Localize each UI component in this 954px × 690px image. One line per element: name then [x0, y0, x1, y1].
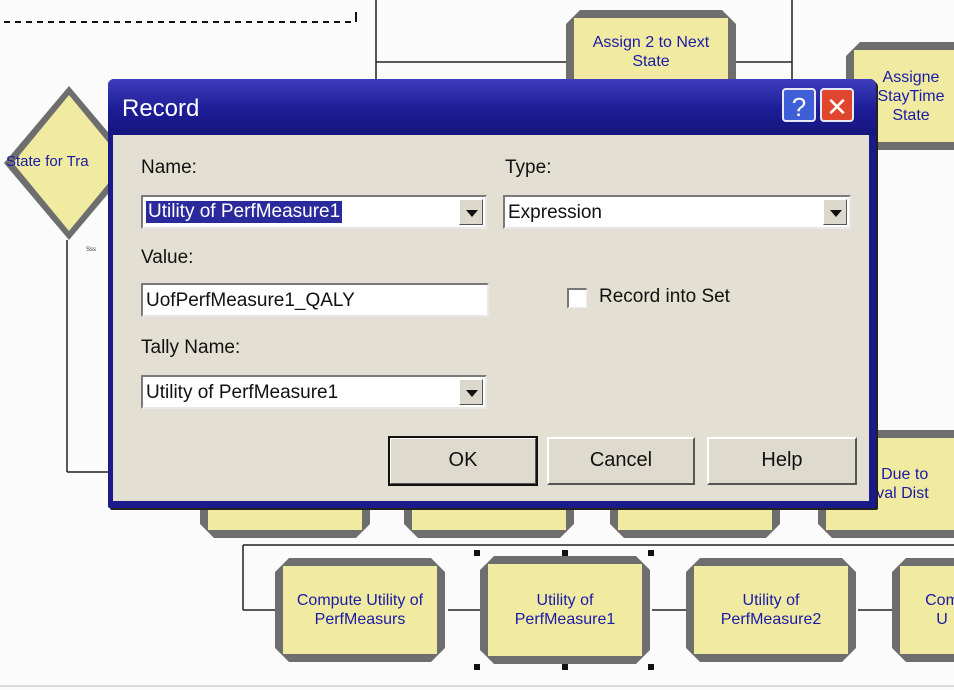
value-label: Value:: [141, 247, 194, 268]
chevron-down-icon[interactable]: [459, 199, 483, 225]
value-field[interactable]: UofPerfMeasure1_QALY: [141, 283, 489, 317]
record-dialog: Record ? ✕ Name: Utility of PerfMeasure1…: [108, 79, 876, 508]
chevron-down-icon[interactable]: [823, 199, 847, 225]
name-label: Name:: [141, 157, 197, 178]
close-icon[interactable]: ✕: [820, 88, 854, 122]
selection-handle[interactable]: [648, 664, 654, 670]
tally-name-label: Tally Name:: [141, 337, 241, 358]
selection-handle[interactable]: [562, 664, 568, 670]
help-button[interactable]: Help: [707, 437, 857, 485]
selection-handle[interactable]: [474, 550, 480, 556]
type-value: Expression: [508, 202, 602, 223]
record-into-set-checkbox[interactable]: [567, 288, 587, 308]
connector-label: Sss: [86, 247, 97, 253]
compute-utility-block[interactable]: Compute Utility of PerfMeasurs: [275, 558, 445, 662]
cancel-button[interactable]: Cancel: [547, 437, 695, 485]
tally-name-dropdown[interactable]: Utility of PerfMeasure1: [141, 375, 487, 409]
chevron-down-icon[interactable]: [459, 379, 483, 405]
help-icon[interactable]: ?: [782, 88, 816, 122]
ok-button[interactable]: OK: [388, 436, 538, 486]
record-into-set-label[interactable]: Record into Set: [599, 286, 730, 308]
selection-handle[interactable]: [648, 550, 654, 556]
type-label: Type:: [505, 157, 552, 178]
selection-handle[interactable]: [562, 550, 568, 556]
utility-perfmeasure1-block[interactable]: Utility of PerfMeasure1: [480, 556, 650, 664]
value-text: UofPerfMeasure1_QALY: [146, 290, 355, 311]
dialog-titlebar[interactable]: Record ? ✕: [108, 79, 876, 135]
type-dropdown[interactable]: Expression: [503, 195, 851, 229]
name-dropdown[interactable]: Utility of PerfMeasure1: [141, 195, 487, 229]
decision-label: State for Tra: [6, 153, 89, 170]
dialog-title: Record: [122, 95, 200, 122]
tally-name-value: Utility of PerfMeasure1: [146, 382, 339, 403]
utility-perfmeasure2-block[interactable]: Utility of PerfMeasure2: [686, 558, 856, 662]
selection-handle[interactable]: [474, 664, 480, 670]
compute-utility-block-2[interactable]: Com U: [892, 558, 954, 662]
name-value: Utility of PerfMeasure1: [146, 201, 343, 223]
dialog-body: Name: Utility of PerfMeasure1 Type: Expr…: [113, 135, 869, 501]
